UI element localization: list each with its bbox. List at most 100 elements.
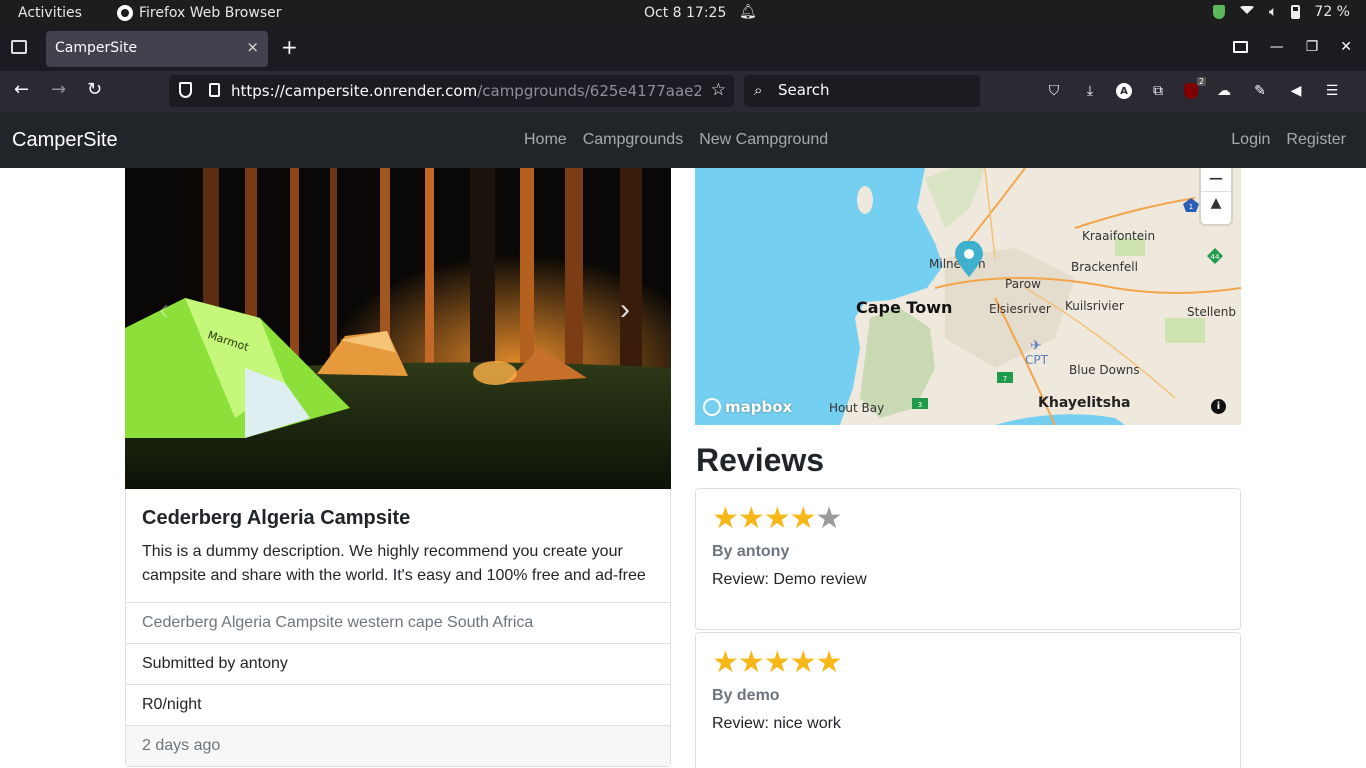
maximize-icon[interactable]: ❐ [1306,39,1319,55]
menu-icon[interactable]: ☰ [1322,81,1342,101]
clock[interactable]: Oct 8 17:25 [644,5,726,21]
mapbox-logo[interactable]: mapbox [703,398,792,416]
close-tab-icon[interactable]: × [246,38,259,56]
forward-icon[interactable]: → [51,80,66,100]
route-shield-7: 7 [1003,375,1007,383]
search-input[interactable] [778,81,968,99]
route-shield-3: 3 [918,401,922,409]
extension-cloud-icon[interactable]: ☁ [1214,81,1234,101]
campground-card: Cederberg Algeria Campsite This is a dum… [125,489,671,767]
activities-button[interactable]: Activities [18,5,82,21]
campground-map[interactable]: 1 44 7 3 ✈ Kraaifontein Milnerton Bracke… [695,168,1241,425]
star-filled-icon: ★ [763,646,791,679]
map-canvas[interactable]: 1 44 7 3 ✈ [695,168,1241,425]
toolbar-icons: ⛉ ⤓ A ⧉ 2 ☁ ✎ ◀ ☰ [1044,77,1342,101]
battery-percent: 72 % [1314,4,1350,20]
extension-speaker-icon[interactable]: ◀ [1286,81,1306,101]
account-icon[interactable]: A [1116,83,1132,99]
shield-icon [1213,5,1226,19]
new-tab-button[interactable]: + [281,37,298,57]
lock-icon[interactable] [209,83,220,97]
star-filled-icon: ★ [789,502,817,535]
app-name: Firefox Web Browser [139,5,282,21]
star-filled-icon: ★ [737,502,765,535]
app-menu[interactable]: Firefox Web Browser [117,5,282,21]
wifi-icon [1239,6,1256,18]
map-label-khayelitsha: Khayelitsha [1038,395,1131,411]
map-label-hout-bay: Hout Bay [829,401,885,415]
mapbox-logo-icon [703,398,721,416]
review-star-rating: ★★★★★ [712,647,1224,679]
downloads-icon[interactable]: ⤓ [1080,81,1100,101]
star-filled-icon: ★ [737,646,765,679]
review-text: Review: nice work [712,715,841,732]
compass-icon[interactable]: ▲ [1201,195,1231,221]
map-label-cape-town: Cape Town [856,298,953,317]
page-content: Marmot ‹ › Cederberg Algeria Campsite Th… [0,168,1366,768]
url-text[interactable]: https://campersite.onrender.com/campgrou… [231,82,701,100]
map-label-blue-downs: Blue Downs [1069,363,1140,377]
volume-icon: 🔈︎ [1269,4,1278,20]
airport-icon: ✈ [1030,338,1042,354]
carousel-prev-icon[interactable]: ‹ [159,293,169,327]
minimize-icon[interactable]: — [1270,39,1284,55]
carousel-next-icon[interactable]: › [620,293,630,327]
map-label-brackenfell: Brackenfell [1071,260,1138,274]
browser-tab-strip: CamperSite × + — ❐ ✕ [0,27,1366,71]
site-nav-links: Home Campgrounds New Campground [524,131,828,149]
nav-campgrounds[interactable]: Campgrounds [583,131,684,149]
review-star-rating: ★★★★★ [712,503,1224,535]
campground-description: This is a dummy description. We highly r… [142,543,646,584]
list-tabs-icon[interactable] [11,40,27,54]
reviews-heading: Reviews [696,442,825,478]
extension-pen-icon[interactable]: ✎ [1250,81,1270,101]
nav-login[interactable]: Login [1231,131,1270,149]
site-brand[interactable]: CamperSite [12,129,118,152]
card-body: Cederberg Algeria Campsite This is a dum… [126,489,670,603]
picture-in-picture-icon[interactable] [1232,41,1248,53]
search-icon: ⌕ [754,81,763,99]
tracking-protection-icon[interactable] [179,82,192,98]
campground-posted-time: 2 days ago [126,726,670,766]
reload-icon[interactable]: ↻ [87,80,102,100]
review-card: ★★★★★ By antony Review: Demo review [695,488,1241,630]
battery-icon [1291,5,1301,19]
review-author: By antony [712,543,790,560]
ublock-icon[interactable]: 2 [1184,77,1206,99]
star-empty-icon: ★ [815,502,843,535]
route-shield-1: 1 [1189,203,1193,211]
campground-title: Cederberg Algeria Campsite [142,507,411,529]
url-bar[interactable]: https://campersite.onrender.com/campgrou… [169,75,734,107]
bookmark-star-icon[interactable]: ☆ [711,80,726,100]
back-icon[interactable]: ← [14,80,29,100]
tab-title: CamperSite [55,40,138,56]
url-path: /campgrounds/625e4177aae245f5 [477,82,701,100]
map-label-cpt: CPT [1025,353,1048,367]
nav-new-campground[interactable]: New Campground [699,131,828,149]
map-label-kraaifontein: Kraaifontein [1082,229,1156,243]
map-label-elsiesriver: Elsiesriver [989,302,1051,316]
close-window-icon[interactable]: ✕ [1340,39,1352,55]
route-shield-44: 44 [1211,253,1220,261]
mapbox-logo-text: mapbox [725,398,793,416]
firefox-icon [117,5,133,21]
campground-price: R0/night [126,685,670,726]
browser-tab[interactable]: CamperSite × [46,31,268,67]
map-zoom-controls: − ▲ [1201,168,1231,224]
extensions-icon[interactable]: ⧉ [1148,81,1168,101]
campground-photo: Marmot [125,168,671,489]
map-marker-icon[interactable] [955,241,983,277]
browser-navigation-bar: ← → ↻ https://campersite.onrender.com/ca… [0,71,1366,112]
nav-register[interactable]: Register [1286,131,1346,149]
search-bar[interactable]: ⌕ [744,75,980,107]
system-tray[interactable]: 🔈︎ 72 % [1213,4,1350,20]
site-navbar: CamperSite Home Campgrounds New Campgrou… [0,112,1366,168]
review-author: By demo [712,687,780,704]
pocket-icon[interactable]: ⛉ [1044,81,1064,101]
map-label-stellenbosch: Stellenb [1187,305,1236,319]
ublock-badge: 2 [1196,77,1206,86]
map-info-icon[interactable]: i [1211,399,1226,414]
review-text: Review: Demo review [712,571,867,588]
nav-home[interactable]: Home [524,131,567,149]
zoom-out-button[interactable]: − [1201,168,1231,192]
